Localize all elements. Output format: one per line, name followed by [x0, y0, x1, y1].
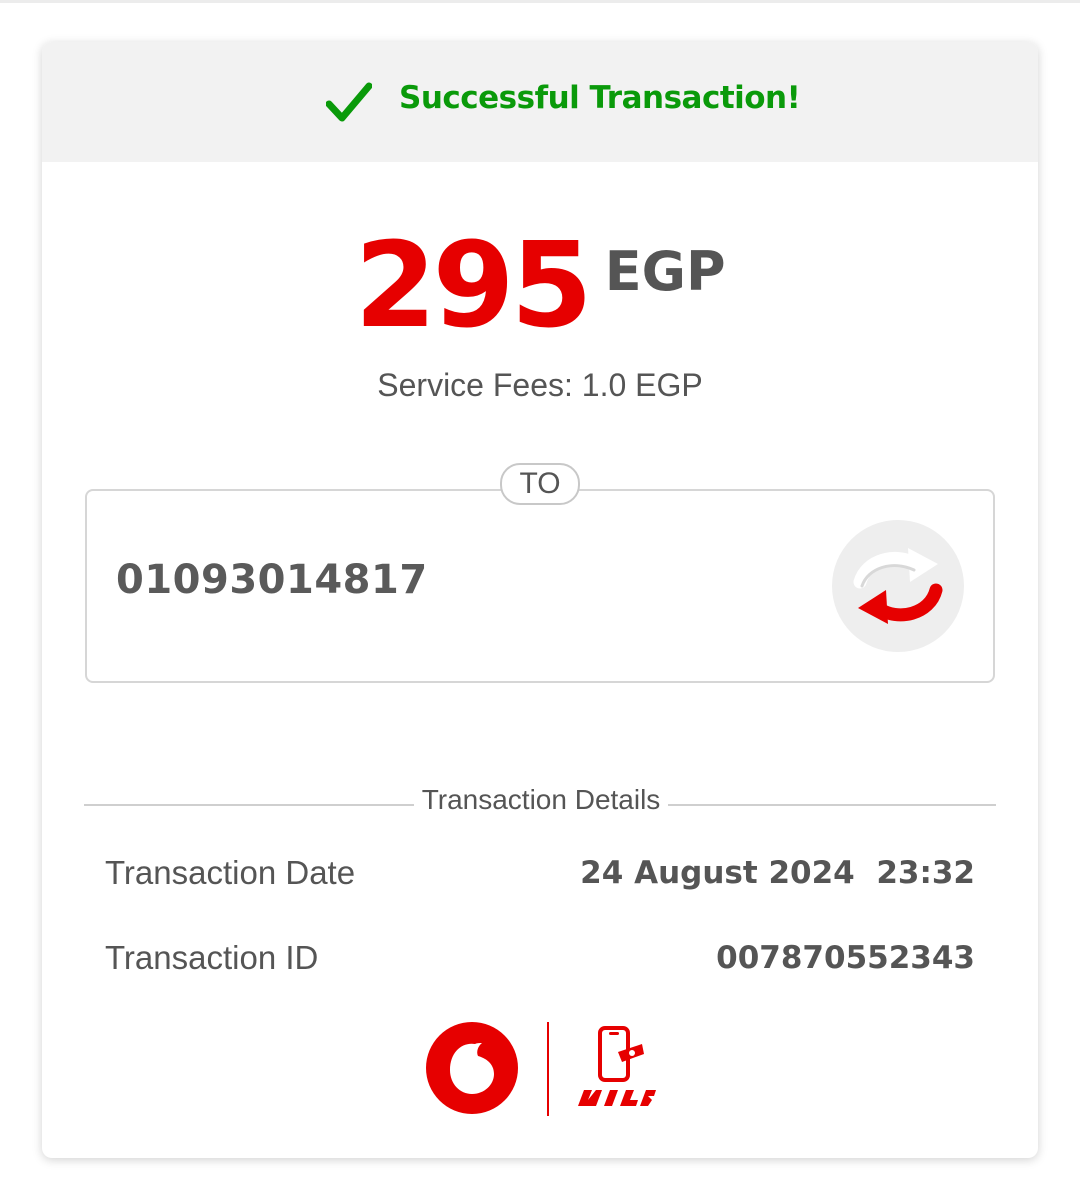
divider-right: [668, 804, 996, 806]
service-fees: Service Fees: 1.0 EGP: [377, 367, 703, 403]
logo-divider: [547, 1022, 549, 1116]
amount-currency: EGP: [604, 240, 726, 303]
transaction-receipt-card: Successful Transaction! 295 EGP Service F…: [42, 42, 1038, 1158]
swap-button[interactable]: [832, 520, 964, 652]
vodafone-cash-logo: [578, 1026, 656, 1106]
recipient-label: TO: [500, 463, 580, 505]
divider-left: [84, 804, 414, 806]
transaction-date-label: Transaction Date: [105, 854, 356, 891]
recipient-number: 01093014817: [116, 557, 428, 603]
transaction-id-label: Transaction ID: [105, 939, 319, 976]
transaction-id-value: 007870552343: [716, 940, 975, 976]
status-message: Successful Transaction!: [399, 80, 801, 116]
status-banner: Successful Transaction!: [42, 42, 1038, 162]
amount-value: 295: [354, 216, 592, 354]
transaction-date-value: 24 August 2024 23:32: [580, 855, 975, 891]
top-divider: [0, 0, 1080, 3]
vodafone-logo: [426, 1022, 518, 1114]
swap-arrows-icon: [853, 548, 943, 624]
check-icon: [326, 82, 372, 122]
transaction-details-header: Transaction Details: [84, 784, 996, 820]
amount-display: 295 EGP: [42, 220, 1038, 350]
transaction-details-title: Transaction Details: [421, 784, 661, 815]
